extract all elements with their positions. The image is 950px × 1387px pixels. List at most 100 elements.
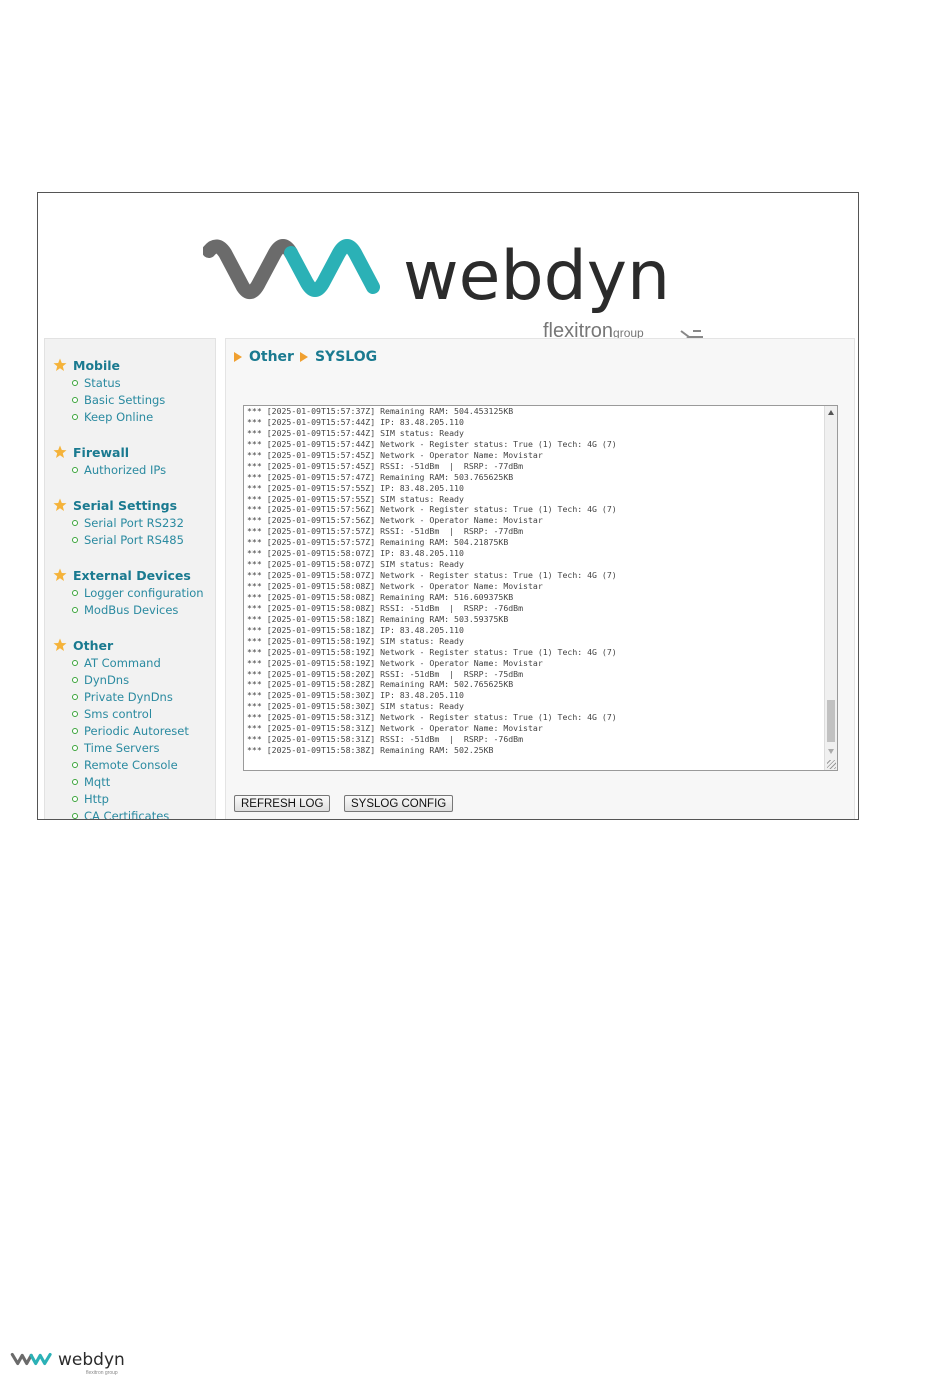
log-line: *** [2025-01-09T15:57:44Z] Network - Reg…: [247, 438, 617, 449]
log-line: *** [2025-01-09T15:58:07Z] IP: 83.48.205…: [247, 548, 464, 559]
sidebar-item-keep-online[interactable]: Keep Online: [45, 408, 215, 425]
sidebar-item-sms-control[interactable]: Sms control: [45, 705, 215, 722]
sidebar-item-private-dyndns[interactable]: Private DynDns: [45, 688, 215, 705]
bullet-icon: [72, 536, 78, 543]
sidebar-group-title[interactable]: Other: [45, 636, 215, 654]
item-label: Status: [84, 375, 121, 390]
sidebar-item-dyndns[interactable]: DynDns: [45, 671, 215, 688]
sidebar-item-status[interactable]: Status: [45, 374, 215, 391]
sidebar-item-http[interactable]: Http: [45, 790, 215, 807]
bullet-icon: [72, 710, 78, 717]
sidebar-group-title[interactable]: Serial Settings: [45, 496, 215, 514]
sidebar-item-logger-configuration[interactable]: Logger configuration: [45, 584, 215, 601]
breadcrumb-section[interactable]: Other: [249, 349, 294, 365]
triangle-right-icon: [299, 352, 308, 362]
log-line: *** [2025-01-09T15:57:57Z] Remaining RAM…: [247, 537, 509, 548]
webdyn-wave-icon: [203, 239, 380, 300]
log-line: *** [2025-01-09T15:57:44Z] IP: 83.48.205…: [247, 416, 464, 427]
sidebar-group-title[interactable]: Firewall: [45, 443, 215, 461]
bullet-icon: [72, 778, 78, 785]
bullet-icon: [72, 727, 78, 734]
log-line: *** [2025-01-09T15:58:38Z] Remaining RAM…: [247, 745, 494, 756]
log-line: *** [2025-01-09T15:58:31Z] Network - Reg…: [247, 712, 617, 723]
log-line: *** [2025-01-09T15:58:20Z] RSSI: -51dBm …: [247, 668, 524, 679]
resize-handle-icon[interactable]: [827, 760, 836, 769]
bullet-icon: [72, 812, 78, 819]
log-line: *** [2025-01-09T15:58:18Z] Remaining RAM…: [247, 613, 509, 624]
group-label: Firewall: [73, 444, 130, 460]
log-line: *** [2025-01-09T15:58:19Z] SIM status: R…: [247, 635, 464, 646]
item-label: CA Certificates: [84, 808, 170, 820]
item-label: Basic Settings: [84, 392, 166, 407]
sidebar-item-mqtt[interactable]: Mqtt: [45, 773, 215, 790]
sidebar-group-firewall: Firewall Authorized IPs: [45, 443, 215, 478]
log-line: *** [2025-01-09T15:58:19Z] Network - Reg…: [247, 646, 617, 657]
bullet-icon: [72, 659, 78, 666]
star-icon: [53, 638, 67, 651]
group-label: Serial Settings: [73, 497, 178, 513]
scroll-down-icon[interactable]: [828, 749, 834, 754]
item-label: Serial Port RS232: [84, 515, 184, 530]
refresh-log-button[interactable]: REFRESH LOG: [234, 795, 331, 812]
log-line: *** [2025-01-09T15:58:08Z] Remaining RAM…: [247, 591, 514, 602]
syslog-lines: *** [2025-01-09T15:57:37Z] Remaining RAM…: [247, 406, 823, 756]
sidebar-group-serial-settings: Serial Settings Serial Port RS232 Serial…: [45, 496, 215, 548]
item-label: Sms control: [84, 706, 153, 721]
sidebar-item-time-servers[interactable]: Time Servers: [45, 739, 215, 756]
sidebar-item-remote-console[interactable]: Remote Console: [45, 756, 215, 773]
bullet-icon: [72, 693, 78, 700]
sidebar-item-modbus-devices[interactable]: ModBus Devices: [45, 601, 215, 618]
star-icon: [53, 568, 67, 581]
item-label: Http: [84, 791, 109, 806]
syslog-config-button[interactable]: SYSLOG CONFIG: [344, 795, 454, 812]
log-line: *** [2025-01-09T15:58:30Z] IP: 83.48.205…: [247, 690, 464, 701]
sidebar-item-authorized-ips[interactable]: Authorized IPs: [45, 461, 215, 478]
sidebar-item-at-command[interactable]: AT Command: [45, 654, 215, 671]
item-label: Logger configuration: [84, 585, 204, 600]
sidebar-group-external-devices: External Devices Logger configuration Mo…: [45, 566, 215, 618]
sidebar: Mobile Status Basic Settings Keep Online…: [44, 338, 216, 820]
breadcrumb-page: SYSLOG: [314, 349, 378, 365]
sidebar-item-rs485[interactable]: Serial Port RS485: [45, 531, 215, 548]
bullet-icon: [72, 761, 78, 768]
log-line: *** [2025-01-09T15:57:37Z] Remaining RAM…: [247, 406, 514, 416]
log-line: *** [2025-01-09T15:57:45Z] RSSI: -51dBm …: [247, 460, 524, 471]
sidebar-item-rs232[interactable]: Serial Port RS232: [45, 514, 215, 531]
log-line: *** [2025-01-09T15:58:08Z] RSSI: -51dBm …: [247, 602, 524, 613]
bullet-icon: [72, 413, 78, 420]
footer-group: flexitron group: [86, 1370, 118, 1376]
log-line: *** [2025-01-09T15:58:30Z] SIM status: R…: [247, 701, 464, 712]
log-line: *** [2025-01-09T15:58:07Z] SIM status: R…: [247, 559, 464, 570]
sidebar-item-periodic-autoreset[interactable]: Periodic Autoreset: [45, 722, 215, 739]
sidebar-item-ca-certificates[interactable]: CA Certificates: [45, 807, 215, 820]
bullet-icon: [72, 379, 78, 386]
group-label: External Devices: [73, 567, 191, 583]
sidebar-item-basic-settings[interactable]: Basic Settings: [45, 391, 215, 408]
footer-wave-icon: [10, 1352, 52, 1366]
bullet-icon: [72, 795, 78, 802]
bullet-icon: [72, 676, 78, 683]
log-line: *** [2025-01-09T15:57:55Z] SIM status: R…: [247, 493, 464, 504]
bullet-icon: [72, 589, 78, 596]
log-line: *** [2025-01-09T15:57:57Z] RSSI: -51dBm …: [247, 526, 524, 537]
item-label: Mqtt: [84, 774, 111, 789]
star-icon: [53, 358, 67, 371]
syslog-textarea[interactable]: *** [2025-01-09T15:57:37Z] Remaining RAM…: [243, 405, 838, 771]
log-line: *** [2025-01-09T15:58:31Z] Network - Ope…: [247, 723, 543, 734]
scroll-thumb[interactable]: [827, 700, 835, 742]
bullet-icon: [72, 606, 78, 613]
item-label: Remote Console: [84, 757, 178, 772]
sidebar-group-title[interactable]: External Devices: [45, 566, 215, 584]
star-icon: [53, 445, 67, 458]
scroll-up-icon[interactable]: [828, 410, 834, 415]
log-line: *** [2025-01-09T15:57:56Z] Network - Reg…: [247, 504, 617, 515]
item-label: Private DynDns: [84, 689, 173, 704]
group-label: Other: [73, 637, 114, 653]
log-line: *** [2025-01-09T15:58:07Z] Network - Reg…: [247, 570, 617, 581]
bullet-icon: [72, 744, 78, 751]
scrollbar[interactable]: [824, 406, 837, 770]
sidebar-group-title[interactable]: Mobile: [45, 356, 215, 374]
item-label: ModBus Devices: [84, 602, 179, 617]
item-label: Serial Port RS485: [84, 532, 184, 547]
item-label: Keep Online: [84, 409, 154, 424]
